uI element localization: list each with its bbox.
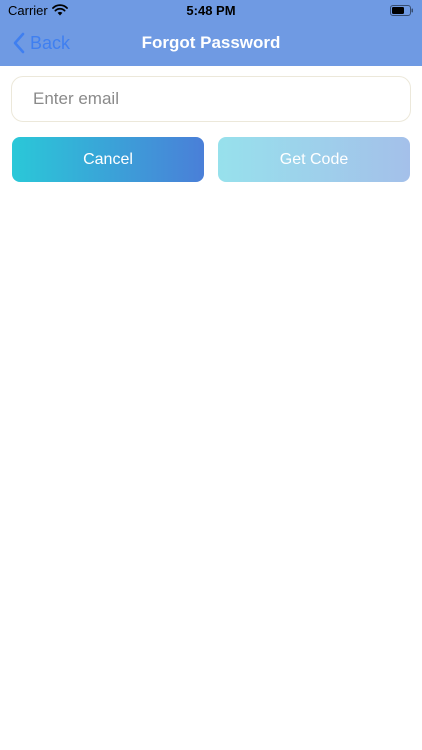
clock: 5:48 PM xyxy=(186,3,236,18)
forgot-password-screen: Carrier 5:48 PM Back Forgot Password Ent… xyxy=(0,0,422,750)
page-title: Forgot Password xyxy=(141,33,281,52)
status-bar: Carrier 5:48 PM xyxy=(0,0,422,22)
get-code-button-label: Get Code xyxy=(279,150,349,168)
cancel-button[interactable]: Cancel xyxy=(12,137,204,182)
header: Carrier 5:48 PM Back Forgot Password xyxy=(0,0,422,66)
email-field[interactable] xyxy=(11,76,411,122)
battery-icon xyxy=(390,5,413,16)
email-input[interactable] xyxy=(12,77,410,121)
cancel-button-label: Cancel xyxy=(83,150,133,168)
navigation-bar: Back Forgot Password xyxy=(0,22,422,66)
get-code-button[interactable]: Get Code xyxy=(218,137,410,182)
